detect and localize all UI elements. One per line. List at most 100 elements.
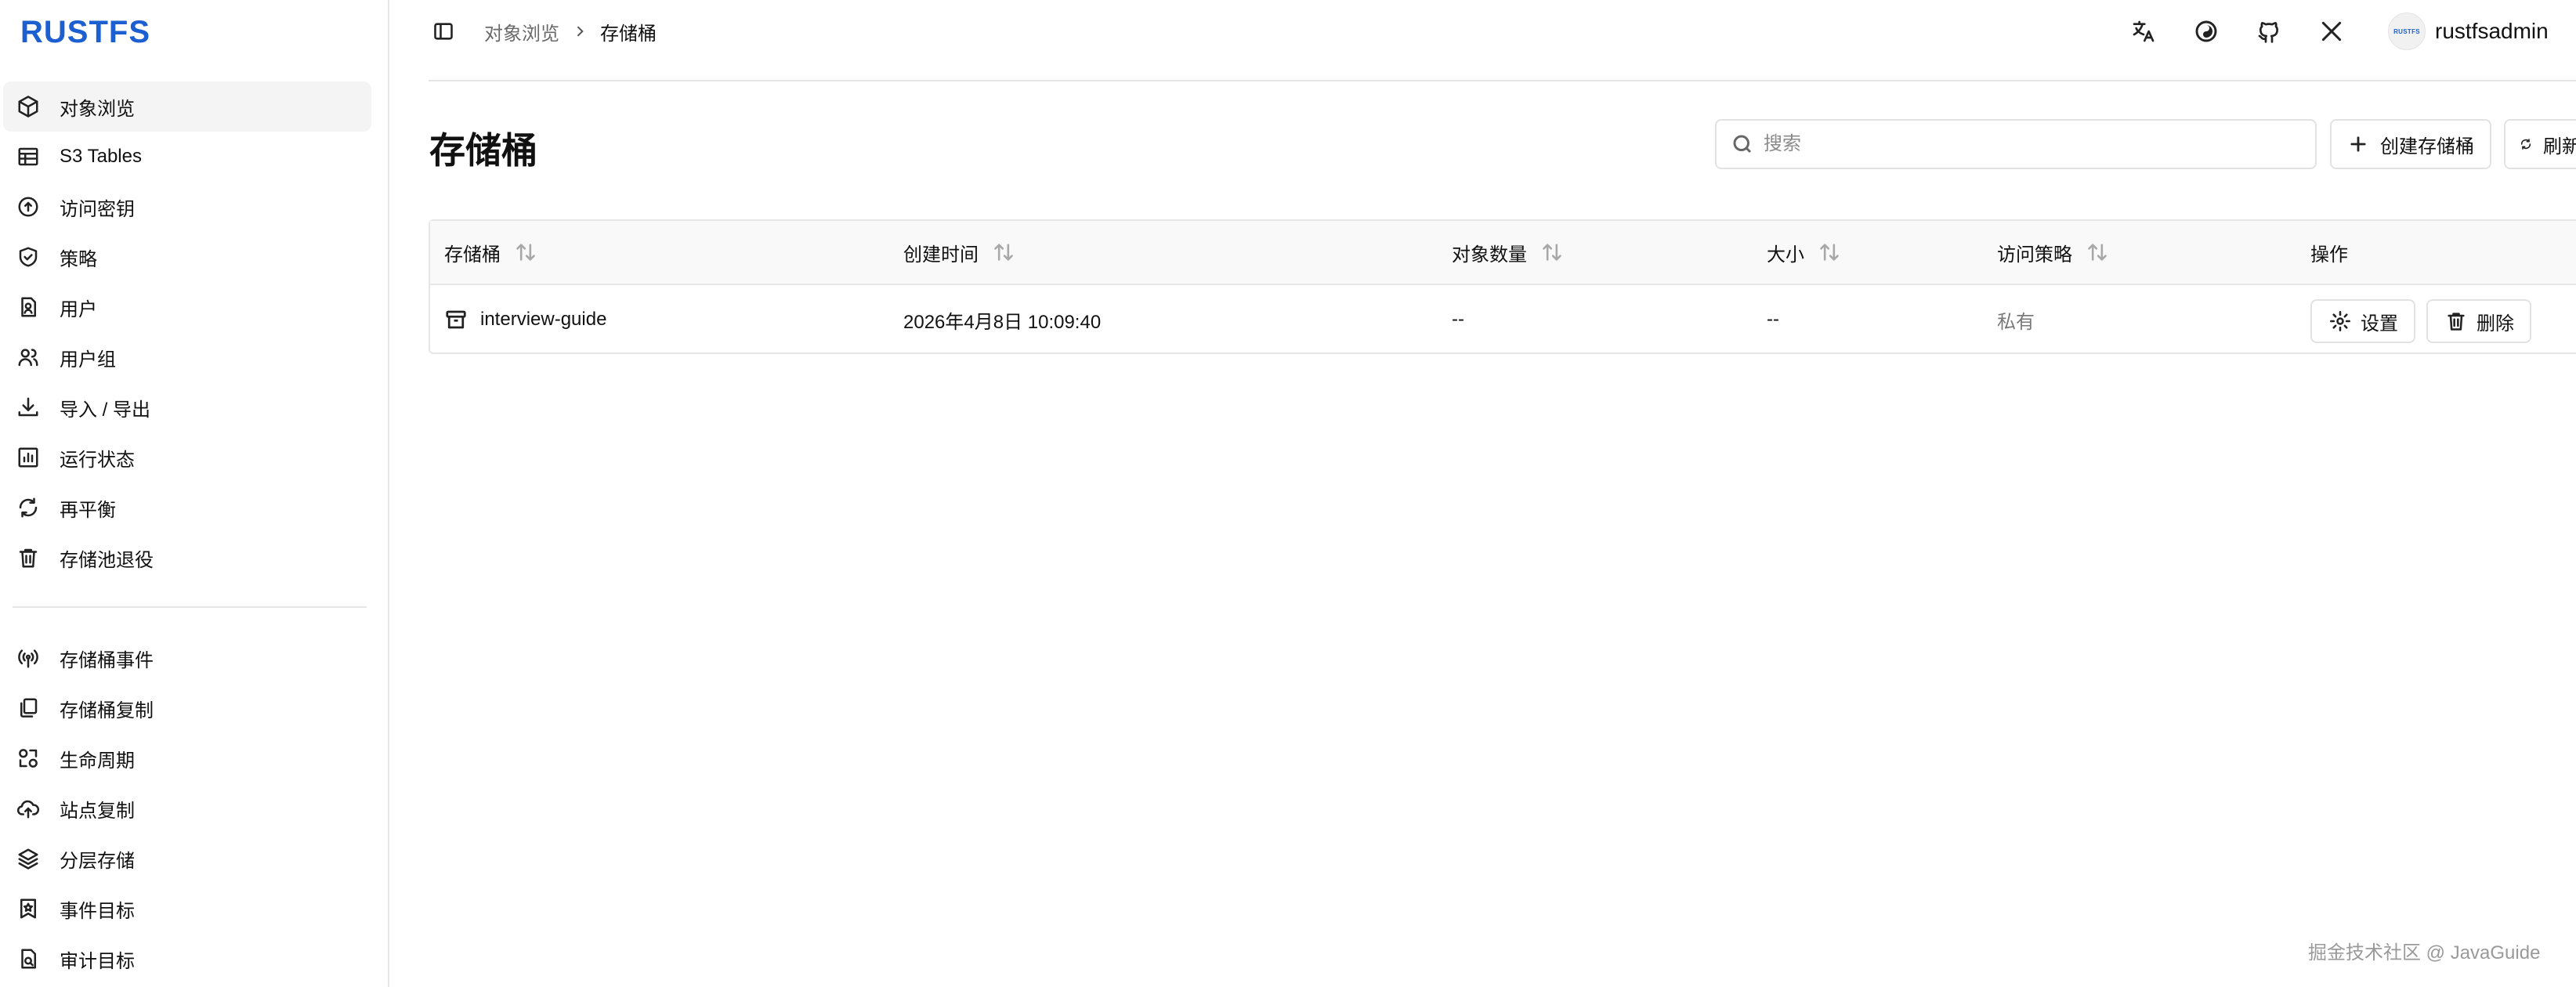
key-circle-icon (16, 194, 41, 219)
sidebar-item-audit-targets[interactable]: 审计目标 (3, 934, 371, 984)
col-header-created[interactable]: 创建时间 (903, 221, 1015, 284)
sidebar-item-policies[interactable]: 策略 (3, 232, 371, 282)
rustfs-logo[interactable]: RUSTFS (20, 14, 177, 50)
refresh-icon (16, 495, 41, 520)
col-header-label: 大小 (1767, 244, 1804, 266)
svg-text:RUSTFS: RUSTFS (20, 15, 150, 49)
plus-icon (2350, 136, 2366, 152)
bucket-name: interview-guide (480, 309, 607, 330)
sidebar-nav: 对象浏览 S3 Tables 访问密钥 策略 用户 用户组 导入 / 导出 运行… (3, 81, 371, 984)
delete-button[interactable]: 删除 (2426, 299, 2531, 343)
archive-icon (444, 308, 468, 331)
sidebar-item-access-keys[interactable]: 访问密钥 (3, 182, 371, 232)
sidebar-item-users[interactable]: 用户 (3, 282, 371, 332)
col-header-actions: 操作 (2310, 221, 2348, 284)
sidebar-item-label: 对象浏览 (60, 98, 135, 120)
bookmark-star-icon (16, 896, 41, 921)
delete-label: 删除 (2477, 313, 2514, 334)
logo-mark: RUSTFS (20, 15, 150, 49)
sidebar: RUSTFS 对象浏览 S3 Tables 访问密钥 策略 用户 用户组 导入 … (0, 0, 389, 987)
table-icon (16, 144, 41, 169)
refresh-button[interactable]: 刷新 (2504, 119, 2576, 169)
x-icon[interactable] (2316, 16, 2347, 47)
sidebar-item-label: 事件目标 (60, 900, 135, 922)
search-box (1715, 119, 2317, 169)
sidebar-item-label: 访问密钥 (60, 198, 135, 220)
col-header-label: 操作 (2310, 244, 2348, 266)
sidebar-item-bucket-replication[interactable]: 存储桶复制 (3, 683, 371, 733)
col-header-bucket[interactable]: 存储桶 (444, 221, 537, 284)
sidebar-item-bucket-events[interactable]: 存储桶事件 (3, 633, 371, 683)
sidebar-item-object-browser[interactable]: 对象浏览 (3, 81, 371, 132)
bucket-table: 存储桶 创建时间 对象数量 大小 访问策略 操作 interview-guide… (429, 219, 2576, 354)
sidebar-item-status[interactable]: 运行状态 (3, 432, 371, 483)
trash-icon (16, 545, 41, 570)
sidebar-item-label: 用户组 (60, 349, 116, 371)
refresh-label: 刷新 (2543, 136, 2576, 157)
trash-icon (2448, 313, 2465, 331)
search-input[interactable] (1764, 133, 2296, 155)
refresh-icon (2520, 139, 2531, 150)
breadcrumb-current: 存储桶 (600, 23, 657, 45)
sidebar-item-site-replication[interactable]: 站点复制 (3, 783, 371, 833)
lifecycle-icon (16, 746, 41, 771)
header-divider (429, 80, 2576, 81)
bar-chart-icon (16, 445, 41, 470)
table-header: 存储桶 创建时间 对象数量 大小 访问策略 操作 (430, 221, 2576, 285)
sidebar-item-label: 存储桶复制 (60, 700, 154, 721)
sidebar-item-label: 导入 / 导出 (60, 399, 151, 421)
sidebar-item-s3-tables[interactable]: S3 Tables (3, 132, 371, 182)
sort-icon[interactable] (993, 241, 1015, 263)
theme-icon[interactable] (2191, 16, 2222, 47)
gear-icon (2330, 311, 2350, 331)
breadcrumb: 对象浏览 存储桶 (484, 18, 657, 45)
col-header-size[interactable]: 大小 (1767, 221, 1840, 284)
sidebar-item-label: 用户 (60, 298, 97, 320)
sidebar-item-label: 策略 (60, 248, 97, 270)
objects-cell: -- (1452, 309, 1464, 330)
table-row[interactable]: interview-guide 2026年4月8日 10:09:40 -- --… (430, 285, 2576, 354)
github-icon[interactable] (2253, 16, 2285, 47)
shield-check-icon (16, 244, 41, 269)
col-header-label: 访问策略 (1997, 244, 2072, 266)
sidebar-item-pool-decommission[interactable]: 存储池退役 (3, 533, 371, 583)
user-file-icon (16, 295, 41, 320)
users-icon (16, 345, 41, 370)
col-header-label: 对象数量 (1452, 244, 1527, 266)
user-menu[interactable]: RUSTFS rustfsadmin (2388, 11, 2549, 52)
col-header-policy[interactable]: 访问策略 (1997, 221, 2108, 284)
sidebar-toggle-button[interactable] (431, 19, 456, 44)
username: rustfsadmin (2435, 19, 2549, 43)
sidebar-item-lifecycle[interactable]: 生命周期 (3, 733, 371, 783)
sidebar-item-event-targets[interactable]: 事件目标 (3, 884, 371, 934)
translate-icon[interactable] (2128, 16, 2159, 47)
audit-file-icon (16, 946, 41, 971)
sidebar-item-label: 分层存储 (60, 850, 135, 872)
col-header-objects[interactable]: 对象数量 (1452, 221, 1563, 284)
sidebar-item-label: 存储池退役 (60, 549, 154, 571)
chevron-right-icon (572, 24, 588, 39)
create-bucket-label: 创建存储桶 (2380, 136, 2474, 157)
sidebar-item-label: 存储桶事件 (60, 649, 154, 671)
sidebar-item-import-export[interactable]: 导入 / 导出 (3, 382, 371, 432)
avatar: RUSTFS (2388, 13, 2426, 50)
sidebar-item-user-groups[interactable]: 用户组 (3, 332, 371, 382)
sidebar-item-label: 审计目标 (60, 950, 135, 972)
settings-label: 设置 (2361, 313, 2398, 334)
layers-icon (16, 846, 41, 871)
sort-icon[interactable] (1818, 241, 1840, 263)
bucket-name-cell[interactable]: interview-guide (444, 285, 606, 354)
sort-icon[interactable] (515, 241, 537, 263)
broadcast-icon (16, 645, 41, 671)
col-header-label: 存储桶 (444, 244, 501, 266)
sort-icon[interactable] (1541, 241, 1563, 263)
sidebar-divider (13, 606, 367, 608)
sidebar-item-tiered-storage[interactable]: 分层存储 (3, 833, 371, 884)
create-bucket-button[interactable]: 创建存储桶 (2330, 119, 2491, 169)
breadcrumb-parent[interactable]: 对象浏览 (484, 18, 559, 45)
sort-icon[interactable] (2086, 241, 2108, 263)
sidebar-item-rebalance[interactable]: 再平衡 (3, 483, 371, 533)
col-header-label: 创建时间 (903, 244, 979, 266)
settings-button[interactable]: 设置 (2310, 299, 2415, 343)
policy-cell: 私有 (1997, 311, 2035, 333)
